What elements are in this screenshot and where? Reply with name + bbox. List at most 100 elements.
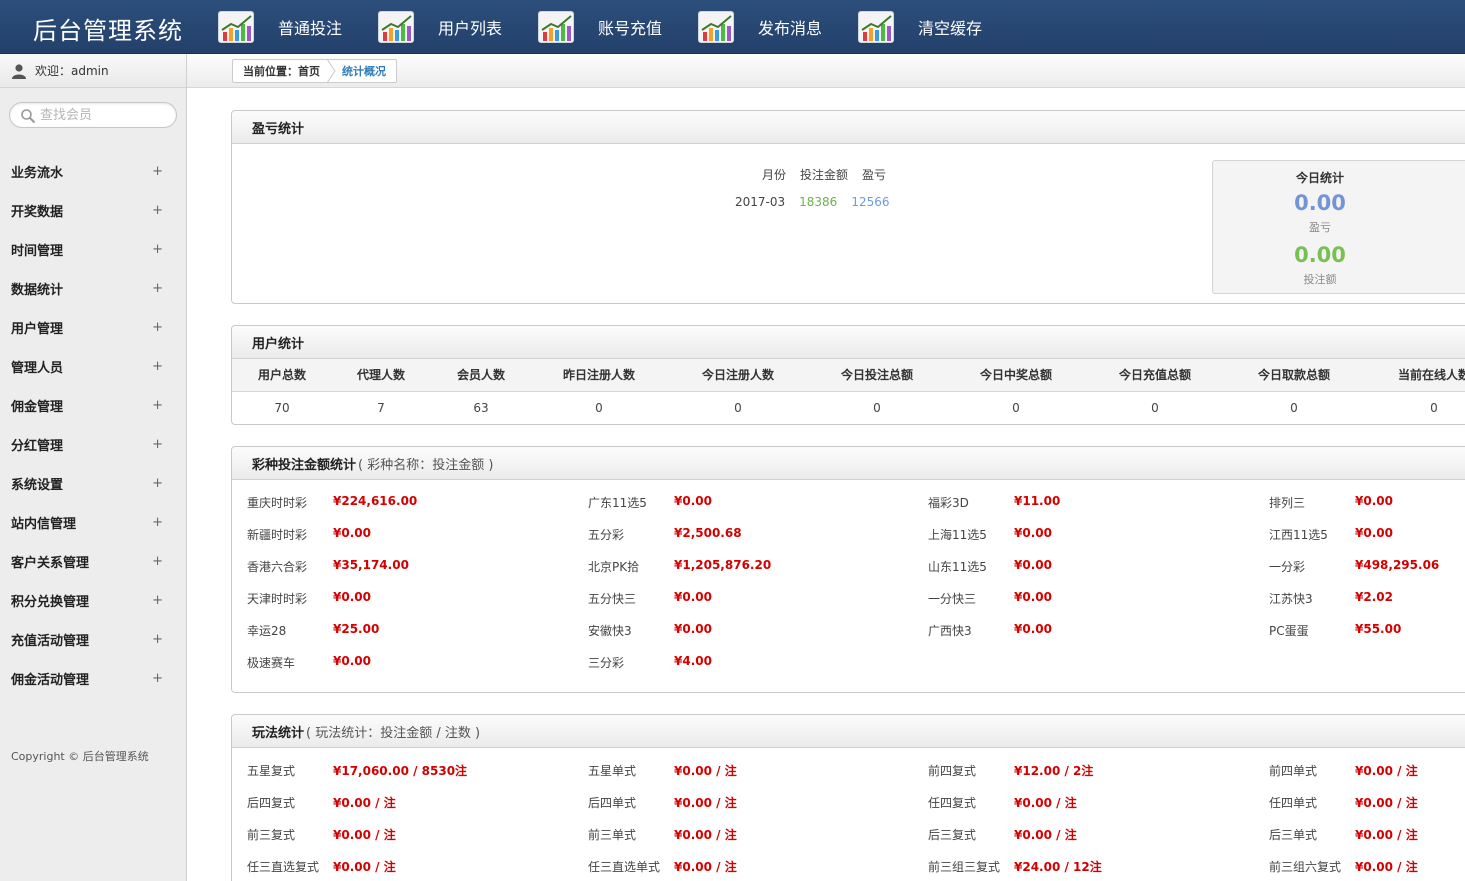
- sidebar-item-label: 数据统计: [11, 283, 64, 298]
- expand-icon[interactable]: +: [152, 203, 163, 218]
- sidebar-item-10[interactable]: 客户关系管理 +: [0, 542, 187, 581]
- stat-item-name: 广西快3: [928, 624, 972, 638]
- stat-item-value: ¥35,174.00: [333, 558, 409, 572]
- user-stats-value-cell: 0: [1290, 401, 1298, 415]
- sidebar-item-4[interactable]: 用户管理 +: [0, 308, 187, 347]
- profit-pl: 12566: [851, 195, 890, 209]
- expand-icon[interactable]: +: [152, 671, 163, 686]
- sidebar-item-1[interactable]: 开奖数据 +: [0, 191, 187, 230]
- welcome-text: 欢迎：admin: [35, 64, 109, 78]
- user-stats-header: 用户统计: [232, 326, 1465, 359]
- nav-label: 账号充值: [598, 19, 663, 38]
- nav-label: 清空缓存: [918, 19, 983, 38]
- expand-icon[interactable]: +: [152, 398, 163, 413]
- stat-item-value: ¥0.00: [333, 526, 371, 540]
- stat-item-value: ¥2.02: [1355, 590, 1393, 604]
- user-stats-header-cell: 今日注册人数: [701, 368, 774, 382]
- nav-item-3[interactable]: 发布消息: [698, 0, 858, 54]
- user-stats-header-cell: 会员人数: [456, 368, 505, 382]
- user-stats-value-cell: 0: [1430, 401, 1438, 415]
- stat-item-name: 排列三: [1269, 496, 1306, 510]
- member-search-input[interactable]: [40, 106, 170, 124]
- expand-icon[interactable]: +: [152, 164, 163, 179]
- sidebar-item-2[interactable]: 时间管理 +: [0, 230, 187, 269]
- user-stats-title: 用户统计: [252, 336, 305, 352]
- stat-item-name: 任四单式: [1269, 796, 1318, 810]
- stat-item-value: ¥0.00 / 注: [674, 796, 737, 810]
- stat-item-value: ¥0.00: [333, 590, 371, 604]
- profit-title: 盈亏统计: [252, 121, 305, 137]
- today-pl-value: 0.00: [1294, 191, 1346, 215]
- nav-item-1[interactable]: 用户列表: [378, 0, 538, 54]
- user-stats-header-cell: 今日取款总额: [1257, 368, 1330, 382]
- sidebar-item-label: 客户关系管理: [11, 556, 90, 571]
- stat-item-value: ¥0.00 / 注: [1014, 828, 1077, 842]
- stat-item-name: 五分快三: [588, 592, 637, 606]
- stat-item-name: 任三直选单式: [588, 860, 661, 874]
- stat-item-value: ¥0.00: [674, 622, 712, 636]
- expand-icon[interactable]: +: [152, 515, 163, 530]
- user-stats-table-row: 70 7 63 0 0 0 0 0 0 0: [232, 392, 1465, 425]
- stat-item-name: 任三直选复式: [247, 860, 320, 874]
- stat-item-name: 香港六合彩: [247, 560, 308, 574]
- stat-item-value: ¥0.00: [674, 494, 712, 508]
- expand-icon[interactable]: +: [152, 320, 163, 335]
- sidebar-item-label: 佣金管理: [11, 400, 64, 415]
- stat-item-name: 三分彩: [588, 656, 625, 670]
- nav-item-4[interactable]: 清空缓存: [858, 0, 1018, 54]
- expand-icon[interactable]: +: [152, 554, 163, 569]
- user-stats-header-cell: 今日投注总额: [840, 368, 913, 382]
- search-icon[interactable]: [20, 108, 36, 124]
- stat-item-name: 后三单式: [1269, 828, 1318, 842]
- user-stats-table-header: 用户总数 代理人数 会员人数 昨日注册人数 今日注册人数 今日投注总额 今日中奖总额 今日充值…: [232, 359, 1465, 392]
- sidebar-item-11[interactable]: 积分兑换管理 +: [0, 581, 187, 620]
- nav-item-0[interactable]: 普通投注: [218, 0, 378, 54]
- nav-label: 发布消息: [758, 19, 823, 38]
- stat-item-name: 一分快三: [928, 592, 977, 606]
- expand-icon[interactable]: +: [152, 359, 163, 374]
- sidebar-item-6[interactable]: 佣金管理 +: [0, 386, 187, 425]
- stat-item-value: ¥0.00 / 注: [333, 796, 396, 810]
- lottery-stats-panel: 彩种投注金额统计 ( 彩种名称：投注金额 ) 重庆时时彩 ¥224,616.00 广…: [231, 446, 1465, 693]
- stat-item-name: 五星复式: [247, 764, 296, 778]
- breadcrumb-home[interactable]: 当前位置：首页: [243, 63, 320, 79]
- sidebar-item-0[interactable]: 业务流水 +: [0, 152, 187, 191]
- expand-icon[interactable]: +: [152, 242, 163, 257]
- nav-item-2[interactable]: 账号充值: [538, 0, 698, 54]
- chart-icon: [698, 11, 734, 43]
- sidebar-item-12[interactable]: 充值活动管理 +: [0, 620, 187, 659]
- sidebar-item-9[interactable]: 站内信管理 +: [0, 503, 187, 542]
- welcome-bar: 欢迎：admin: [0, 54, 186, 88]
- app-title: 后台管理系统: [33, 17, 183, 45]
- stat-item-name: 前四单式: [1269, 764, 1318, 778]
- expand-icon[interactable]: +: [152, 593, 163, 608]
- user-stats-header-cell: 当前在线人数: [1397, 368, 1465, 382]
- expand-icon[interactable]: +: [152, 476, 163, 491]
- sidebar-item-8[interactable]: 系统设置 +: [0, 464, 187, 503]
- stat-item-value: ¥0.00 / 注: [674, 764, 737, 778]
- stat-item-name: 极速赛车: [247, 656, 296, 670]
- expand-icon[interactable]: +: [152, 632, 163, 647]
- stat-item-name: 天津时时彩: [247, 592, 308, 606]
- stat-item-name: 前四复式: [928, 764, 977, 778]
- play-stats-header: 玩法统计 ( 玩法统计：投注金额 / 注数 ): [232, 715, 1465, 748]
- sidebar-item-3[interactable]: 数据统计 +: [0, 269, 187, 308]
- stat-item-value: ¥0.00 / 注: [1355, 828, 1418, 842]
- stat-item-value: ¥55.00: [1355, 622, 1402, 636]
- sidebar: 欢迎：admin 业务流水+开奖数据+时间管理+数据统计+用户管理+管理人员+佣…: [0, 54, 187, 881]
- stat-item-value: ¥0.00: [1014, 622, 1052, 636]
- profit-header-month: 月份: [762, 168, 787, 182]
- play-stats-subtitle: ( 玩法统计：投注金额 / 注数 ): [306, 725, 481, 741]
- sidebar-item-label: 管理人员: [11, 361, 64, 376]
- stat-item-value: ¥0.00 / 注: [1355, 860, 1418, 874]
- stat-item-name: 前三组六复式: [1269, 860, 1342, 874]
- expand-icon[interactable]: +: [152, 437, 163, 452]
- sidebar-item-13[interactable]: 佣金活动管理 +: [0, 659, 187, 698]
- sidebar-item-5[interactable]: 管理人员 +: [0, 347, 187, 386]
- sidebar-item-7[interactable]: 分红管理 +: [0, 425, 187, 464]
- stat-item-value: ¥24.00 / 12注: [1014, 860, 1102, 874]
- breadcrumb-current: 统计概况: [342, 65, 386, 78]
- expand-icon[interactable]: +: [152, 281, 163, 296]
- chart-icon: [218, 11, 254, 43]
- user-stats-value-cell: 0: [1012, 401, 1020, 415]
